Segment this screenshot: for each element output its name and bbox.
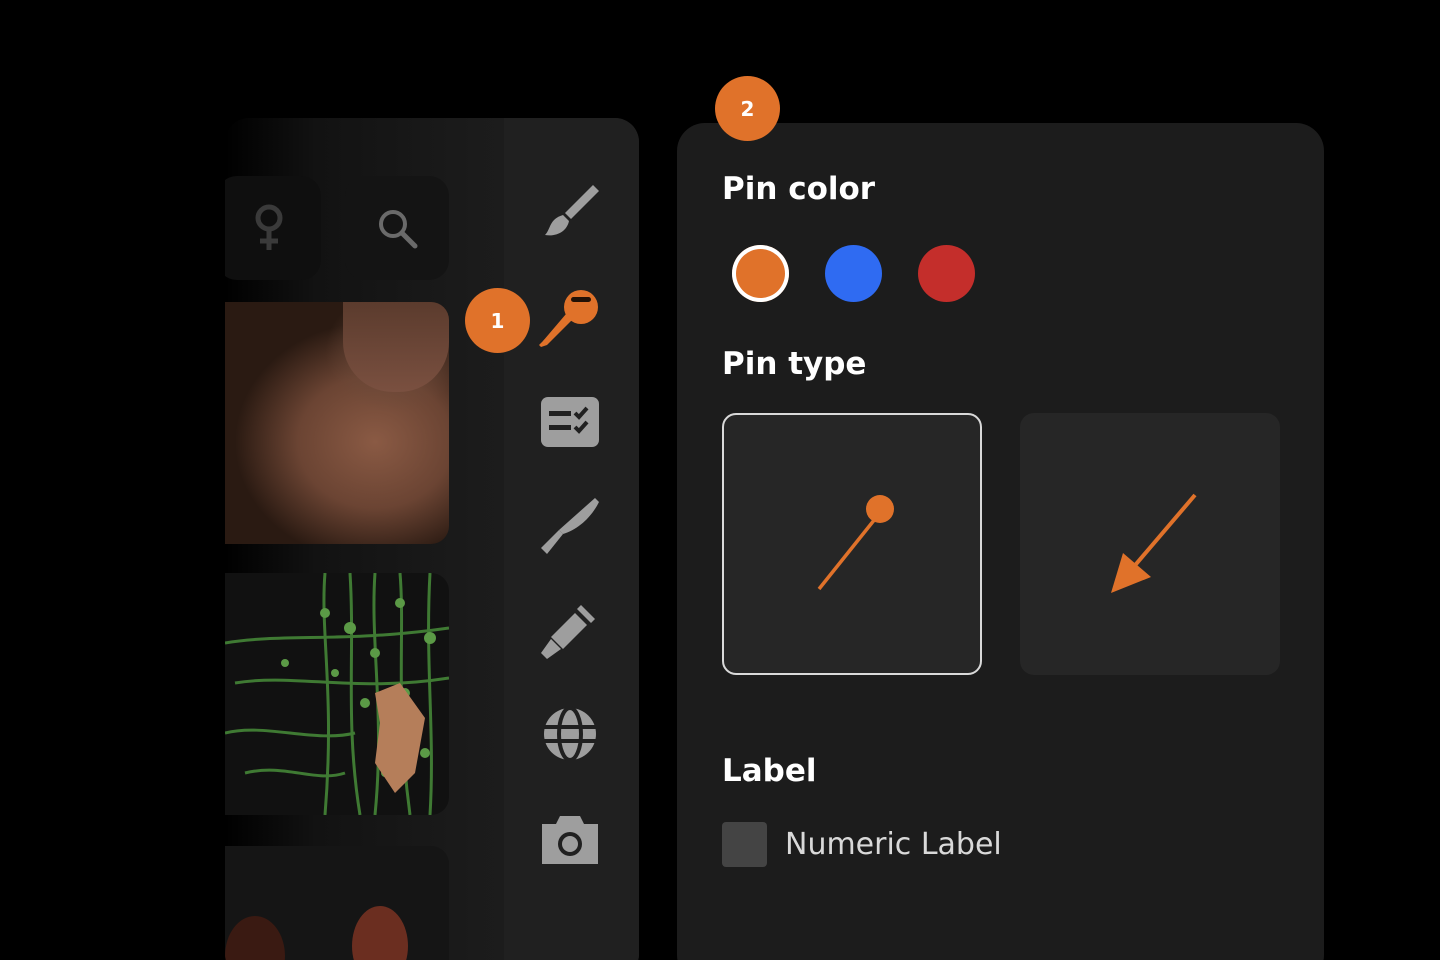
- female-icon: [255, 204, 283, 250]
- camera-icon: [542, 816, 598, 864]
- search-button[interactable]: [345, 176, 449, 280]
- label-title: Label: [722, 753, 817, 789]
- hand-model-thumbnail[interactable]: [225, 846, 449, 960]
- pin-tool-button[interactable]: [530, 278, 610, 358]
- color-swatch-red[interactable]: [918, 245, 975, 302]
- female-filter-button[interactable]: [225, 176, 321, 280]
- camera-tool-button[interactable]: [530, 800, 610, 880]
- pin-type-arrow-option[interactable]: [1020, 413, 1280, 675]
- arrow-icon: [1111, 493, 1197, 593]
- neck-shape: [343, 302, 449, 392]
- brush-icon: [545, 185, 599, 236]
- layers-panel: [225, 118, 639, 960]
- color-swatch-blue[interactable]: [825, 245, 882, 302]
- pin-settings-panel: Pin color Pin type Label Numeric Label: [677, 123, 1324, 960]
- pin-icon: [817, 495, 894, 591]
- globe-tool-button[interactable]: [530, 694, 610, 774]
- numeric-label-text: Numeric Label: [785, 827, 1002, 862]
- search-icon: [379, 210, 418, 249]
- pin-color-title: Pin color: [722, 171, 876, 207]
- pin-type-title: Pin type: [722, 346, 867, 382]
- color-swatch-orange[interactable]: [732, 245, 789, 302]
- globe-icon: [544, 706, 596, 762]
- pin-type-pin-option[interactable]: [722, 413, 982, 675]
- checklist-tool-button[interactable]: [530, 382, 610, 462]
- hand-illustration: [225, 906, 408, 960]
- step-badge-2: 2: [715, 76, 780, 141]
- lymphatic-model-thumbnail[interactable]: [225, 573, 449, 815]
- scalpel-icon: [541, 498, 599, 554]
- numeric-label-checkbox[interactable]: [722, 822, 767, 867]
- syringe-tool-button[interactable]: [530, 590, 610, 670]
- checklist-icon: [541, 397, 599, 447]
- step-badge-1: 1: [465, 288, 530, 353]
- pin-icon: [539, 290, 598, 347]
- skin-model-thumbnail[interactable]: [225, 302, 449, 544]
- brush-tool-button[interactable]: [530, 170, 610, 250]
- syringe-icon: [541, 605, 595, 659]
- lymphatic-illustration: [225, 573, 449, 815]
- scalpel-tool-button[interactable]: [530, 486, 610, 566]
